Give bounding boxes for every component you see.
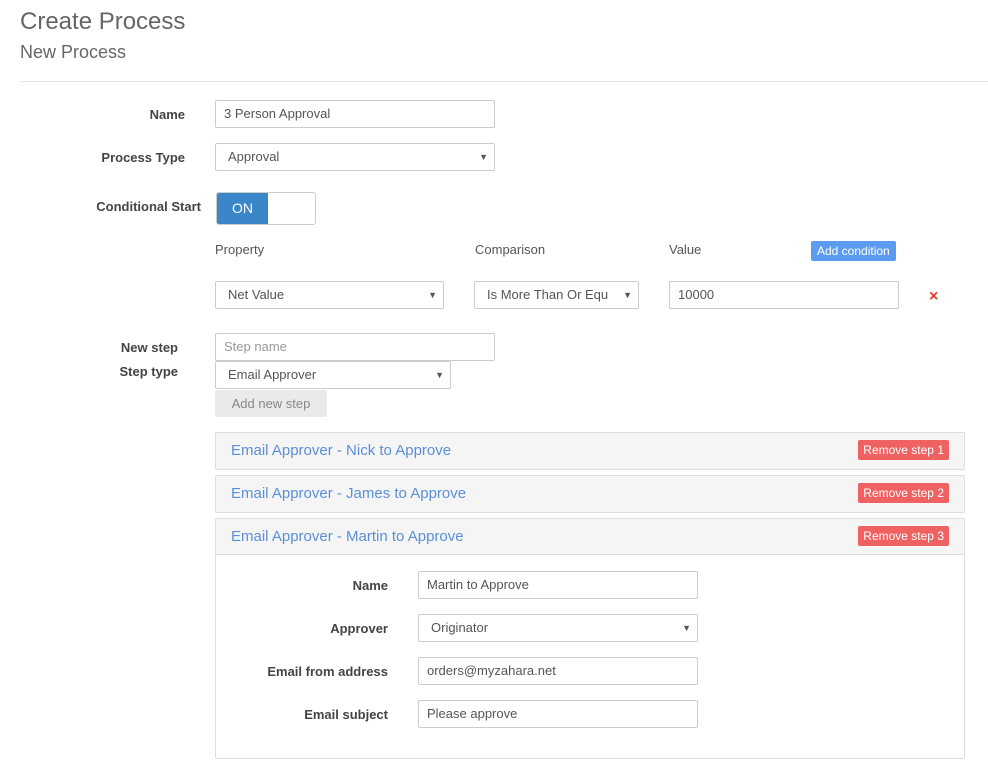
page-subtitle: New Process [20,42,127,62]
email-subject-field[interactable]: Please approve [418,700,698,728]
chevron-down-icon: ▼ [479,152,488,162]
condition-property-value: Net Value [228,287,285,302]
chevron-down-icon: ▼ [620,282,632,308]
email-from-field[interactable]: orders@myzahara.net [418,657,698,685]
condition-comparison-value: Is More Than Or Equ [487,287,609,302]
email-from-label: Email from address [267,664,388,679]
remove-condition-icon[interactable]: × [929,288,938,306]
conditional-start-toggle[interactable]: ON [216,192,316,225]
remove-step-button[interactable]: Remove step 3 [858,526,949,546]
chevron-down-icon: ▼ [428,290,437,300]
name-label: Name [149,107,185,122]
toggle-on-label: ON [217,193,268,224]
add-new-step-button[interactable]: Add new step [215,390,327,417]
remove-step-button[interactable]: Remove step 2 [858,483,949,503]
value-header: Value [669,242,702,257]
remove-step-button[interactable]: Remove step 1 [858,440,949,460]
property-header: Property [215,242,265,257]
step-type-value: Email Approver [228,367,317,382]
step-title[interactable]: Email Approver - Martin to Approve [231,528,464,545]
step-type-select[interactable]: Email Approver ▼ [215,361,451,389]
step-name-input[interactable]: Step name [215,333,495,361]
name-input[interactable]: 3 Person Approval [215,100,495,128]
step-name-label: Name [352,578,388,593]
approver-select[interactable]: Originator ▼ [418,614,698,642]
step-header[interactable]: Email Approver - James to Approve Remove… [216,476,964,512]
comparison-header: Comparison [475,242,546,257]
condition-comparison-select[interactable]: Is More Than Or Equ ▼ [474,281,639,309]
approver-label: Approver [330,621,388,636]
step-header[interactable]: Email Approver - Nick to Approve Remove … [216,433,964,469]
approver-value: Originator [431,620,489,635]
condition-value-input[interactable]: 10000 [669,281,899,309]
header-divider [20,81,988,82]
process-type-value: Approval [228,149,280,164]
step-name-field[interactable]: Martin to Approve [418,571,698,599]
conditional-start-label: Conditional Start [96,199,201,214]
step-panel: Email Approver - Nick to Approve Remove … [215,432,965,470]
step-header[interactable]: Email Approver - Martin to Approve Remov… [216,519,964,555]
new-step-label: New step [120,340,178,355]
step-panel: Email Approver - James to Approve Remove… [215,475,965,513]
process-type-label: Process Type [101,150,185,165]
chevron-down-icon: ▼ [682,623,691,633]
add-condition-button[interactable]: Add condition [811,241,896,261]
chevron-down-icon: ▼ [435,370,444,380]
step-title[interactable]: Email Approver - Nick to Approve [231,442,451,459]
condition-property-select[interactable]: Net Value ▼ [215,281,444,309]
step-title[interactable]: Email Approver - James to Approve [231,485,466,502]
step-type-label: Step type [119,364,178,379]
page-title: Create Process [20,8,186,35]
process-type-select[interactable]: Approval ▼ [215,143,495,171]
email-subject-label: Email subject [304,707,388,722]
